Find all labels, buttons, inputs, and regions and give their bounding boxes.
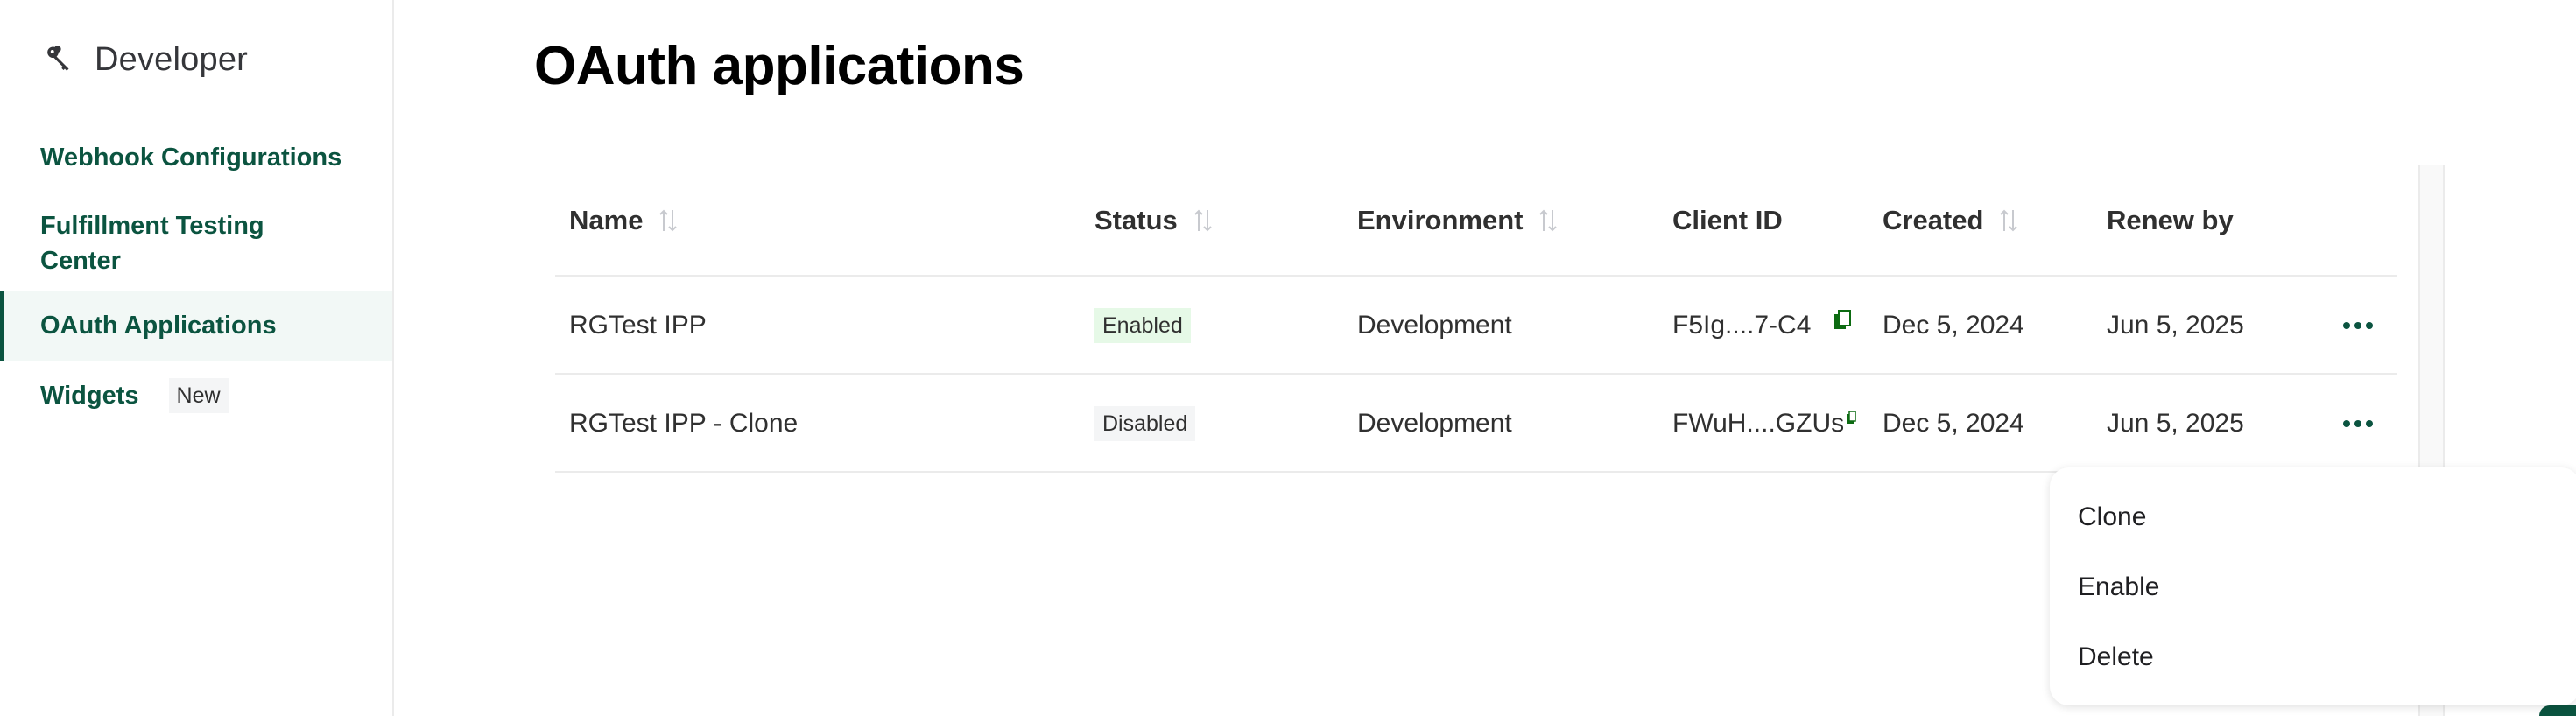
column-header-status[interactable]: Status [1094, 165, 1213, 277]
column-header-created[interactable]: Created [1883, 165, 2018, 277]
sidebar-item-webhook-configurations[interactable]: Webhook Configurations [0, 131, 392, 184]
row-actions [2343, 277, 2373, 375]
client-id-cell: F5Ig....7-C4 [1672, 277, 1852, 375]
status-badge: Disabled [1094, 406, 1196, 441]
key-icon [47, 46, 69, 71]
column-header-environment[interactable]: Environment [1357, 165, 1558, 277]
created-cell: Dec 5, 2024 [1883, 409, 2024, 438]
oauth-applications-table: Name Status Environment Client ID Create… [555, 165, 2397, 473]
floating-action-button[interactable] [2539, 705, 2576, 716]
sidebar: Developer Webhook Configurations Fulfill… [0, 0, 394, 716]
sidebar-item-widgets[interactable]: Widgets New [0, 361, 392, 431]
sort-icon [1539, 209, 1558, 232]
row-actions-menu: Clone Enable Delete [2050, 467, 2576, 705]
table-row[interactable]: RGTest IPP - Clone Disabled Development … [555, 375, 2397, 473]
column-label: Status [1094, 205, 1178, 235]
sort-icon [2000, 209, 2018, 232]
sidebar-item-oauth-applications[interactable]: OAuth Applications [0, 291, 392, 361]
sort-icon [1194, 209, 1212, 232]
sidebar-item-label: Webhook Configurations [40, 144, 342, 172]
column-label: Renew by [2107, 205, 2234, 235]
client-id: FWuH....GZUs [1672, 409, 1845, 438]
menu-item-delete[interactable]: Delete [2078, 631, 2551, 684]
sidebar-item-fulfillment-testing-center[interactable]: Fulfillment Testing Center [0, 203, 392, 284]
column-label: Client ID [1672, 205, 1783, 235]
client-id: F5Ig....7-C4 [1672, 311, 1812, 340]
app-name[interactable]: RGTest IPP - Clone [569, 375, 798, 473]
column-header-name[interactable]: Name [569, 165, 678, 277]
column-header-renew-by: Renew by [2107, 165, 2234, 277]
more-actions-button[interactable] [2343, 322, 2373, 329]
main-content: OAuth applications Name Status Environme… [394, 0, 2576, 716]
column-label: Created [1883, 205, 1984, 235]
environment-cell: Development [1357, 311, 1512, 340]
status-badge: Enabled [1094, 308, 1191, 343]
sidebar-brand: Developer [44, 35, 248, 84]
table-row[interactable]: RGTest IPP Enabled Development F5Ig....7… [555, 277, 2397, 375]
page-title: OAuth applications [534, 36, 1024, 96]
environment-cell: Development [1357, 409, 1512, 438]
app-name[interactable]: RGTest IPP [569, 277, 707, 375]
sidebar-item-label: OAuth Applications [40, 312, 277, 340]
column-label: Name [569, 205, 644, 235]
more-actions-button[interactable] [2343, 420, 2373, 427]
row-actions [2343, 375, 2373, 473]
table-header: Name Status Environment Client ID Create… [555, 165, 2397, 277]
created-cell: Dec 5, 2024 [1883, 311, 2024, 340]
status-cell: Disabled [1094, 375, 1196, 473]
sidebar-item-label: Fulfillment Testing Center [40, 212, 264, 275]
copy-icon[interactable] [1833, 310, 1852, 331]
new-badge: New [168, 378, 229, 413]
copy-icon[interactable] [1846, 411, 1856, 425]
sidebar-title: Developer [95, 40, 249, 78]
renew-by-cell: Jun 5, 2025 [2107, 409, 2244, 438]
status-cell: Enabled [1094, 277, 1191, 375]
renew-by-cell: Jun 5, 2025 [2107, 311, 2244, 340]
sidebar-item-label: Widgets [40, 382, 139, 410]
column-header-client-id: Client ID [1672, 165, 1783, 277]
column-label: Environment [1357, 205, 1524, 235]
client-id-cell: FWuH....GZUs [1672, 375, 1856, 473]
menu-item-clone[interactable]: Clone [2078, 491, 2551, 544]
menu-item-enable[interactable]: Enable [2078, 561, 2551, 614]
sort-icon [659, 209, 678, 232]
